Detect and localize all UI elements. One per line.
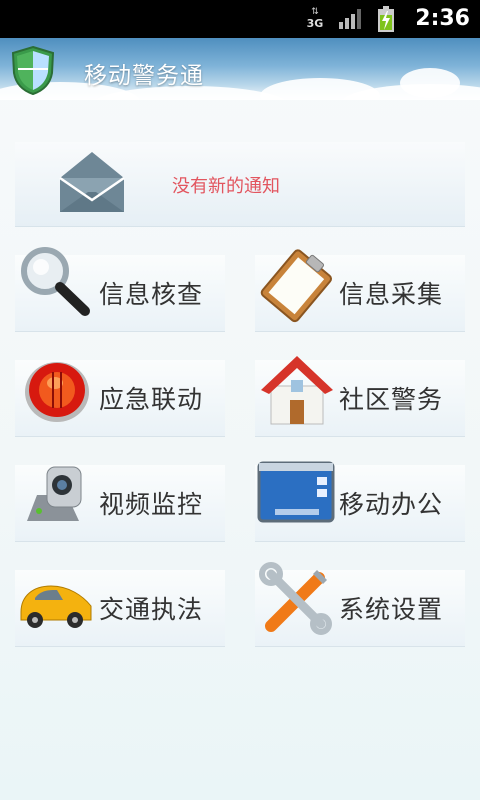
envelope-icon: [59, 152, 125, 212]
status-time: 2:36: [415, 6, 470, 31]
car-icon: [20, 585, 92, 628]
menu-item-label: 应急联动: [99, 385, 204, 414]
house-icon: [261, 356, 333, 425]
menu-item-info-collect[interactable]: 信息采集: [255, 249, 465, 332]
menu-item-label: 交通执法: [99, 595, 204, 624]
status-bar: ⇅ 3G 2:36: [0, 0, 480, 38]
menu-item-emergency[interactable]: 应急联动: [15, 360, 225, 437]
menu-item-traffic-enforcement[interactable]: 交通执法: [15, 570, 225, 647]
menu-item-label: 系统设置: [339, 595, 444, 624]
notification-text: 没有新的通知: [172, 176, 280, 197]
signal-icon: [339, 9, 361, 29]
battery-charging-icon: [378, 6, 394, 32]
notification-panel[interactable]: 没有新的通知: [15, 142, 465, 227]
tools-icon: [259, 562, 332, 635]
magnifier-icon: [21, 247, 90, 316]
menu-item-info-check[interactable]: 信息核查: [15, 247, 225, 332]
menu-item-label: 信息核查: [99, 280, 204, 309]
clipboard-icon: [260, 249, 332, 323]
menu-item-community-police[interactable]: 社区警务: [255, 356, 465, 437]
menu-item-label: 移动办公: [339, 490, 444, 519]
menu-item-video-monitor[interactable]: 视频监控: [15, 465, 225, 542]
menu-item-label: 社区警务: [339, 385, 444, 414]
menu-item-label: 信息采集: [339, 280, 444, 309]
app-header: 移动警务通: [0, 38, 480, 100]
menu-item-mobile-office[interactable]: 移动办公: [255, 461, 465, 542]
network-3g-icon: ⇅ 3G: [306, 7, 324, 31]
police-shield-icon: [11, 45, 55, 95]
webcam-icon: [27, 466, 82, 521]
desktop-screen-icon: [257, 461, 335, 523]
app-title: 移动警务通: [84, 63, 204, 89]
alarm-light-icon: [25, 362, 89, 422]
menu-item-system-settings[interactable]: 系统设置: [255, 562, 465, 647]
menu-item-label: 视频监控: [99, 490, 204, 519]
